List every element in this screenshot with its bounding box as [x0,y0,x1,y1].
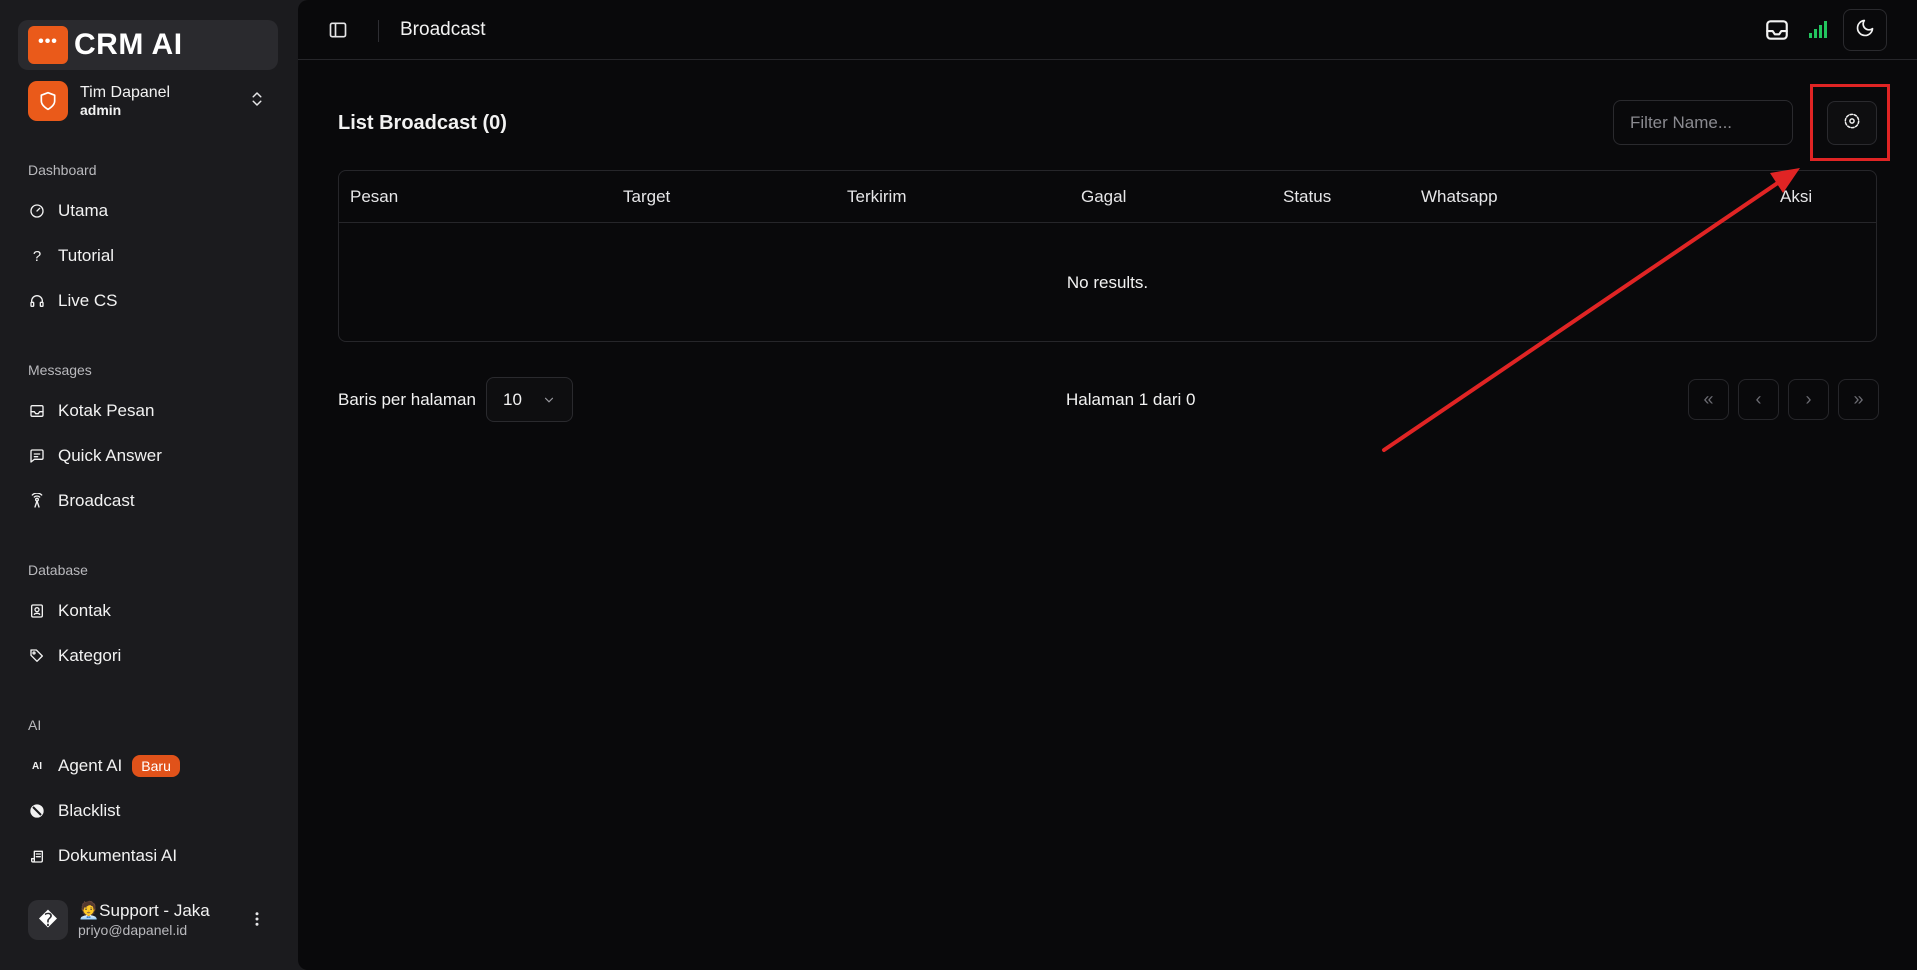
ban-icon [28,802,46,820]
sidebar-item-kategori[interactable]: Kategori [28,640,278,672]
signal-icon [1808,20,1828,43]
page-info: Halaman 1 dari 0 [1066,390,1196,409]
section-label-dashboard: Dashboard [28,162,97,178]
sidebar-item-label: Kotak Pesan [58,401,155,420]
section-label-messages: Messages [28,362,92,378]
sidebar-item-blacklist[interactable]: Blacklist [28,795,278,827]
sidebar-item-kontak[interactable]: Kontak [28,595,278,627]
ai-icon: AI [32,760,42,772]
annotation-highlight-box [1810,84,1890,161]
rows-per-page-label: Baris per halaman [338,390,476,409]
rows-per-page-value: 10 [503,389,522,409]
column-header-aksi: Aksi [1780,187,1813,206]
sidebar-item-label: Kategori [58,646,122,665]
scroll-icon [28,847,46,865]
sidebar-item-label: Blacklist [58,801,121,820]
shield-icon [28,81,68,121]
column-header-terkirim[interactable]: Terkirim [847,187,907,207]
team-role: admin [80,102,122,119]
moon-icon [1855,18,1875,43]
column-header-target[interactable]: Target [623,187,670,207]
rows-per-page-select[interactable]: 10 [486,377,573,422]
avatar: � [28,900,68,940]
user-menu[interactable]: � 🧑‍💼Support - Jaka priyo@dapanel.id [28,898,278,942]
gauge-icon [28,202,46,220]
sidebar-item-tutorial[interactable]: ? Tutorial [28,240,278,272]
sidebar-item-label: Kontak [58,601,111,620]
user-email: priyo@dapanel.id [78,921,188,938]
next-page-button[interactable]: › [1788,379,1829,420]
column-header-gagal[interactable]: Gagal [1081,187,1126,207]
user-name-text: Support - Jaka [99,901,210,921]
table-header: Pesan Target Terkirim Gagal Status Whats… [339,171,1876,223]
sidebar-item-broadcast[interactable]: Broadcast [28,485,278,517]
topbar: Broadcast [298,0,1917,60]
empty-state-text: No results. [1066,273,1149,292]
sidebar-item-label: Broadcast [58,491,135,510]
list-title: List Broadcast (0) [338,112,507,134]
sidebar-item-live-cs[interactable]: Live CS [28,285,278,317]
brand-logo-icon: ••• [28,26,68,64]
chevrons-left-icon: « [1703,389,1714,409]
message-square-icon [28,447,46,465]
section-label-database: Database [28,562,88,578]
new-badge: Baru [132,755,180,777]
user-name: 🧑‍💼Support - Jaka [78,901,210,921]
chevron-left-icon: ‹ [1755,389,1762,409]
sidebar-item-label: Tutorial [58,246,115,265]
sidebar-item-quick-answer[interactable]: Quick Answer [28,440,278,472]
radio-tower-icon [28,492,46,510]
team-name: Tim Dapanel [80,83,171,101]
sidebar-item-label: Agent AI [58,756,123,775]
chevrons-up-down-icon [248,89,266,114]
user-name-prefix: 🧑‍💼 [78,901,100,921]
sidebar-item-utama[interactable]: Utama [28,195,278,227]
sidebar-item-label: Dokumentasi AI [58,846,178,865]
page-title: Broadcast [400,19,486,40]
team-switcher[interactable]: Tim Dapanel admin [28,80,278,122]
broadcast-table: Pesan Target Terkirim Gagal Status Whats… [338,170,1877,342]
section-label-ai: AI [28,717,42,733]
first-page-button[interactable]: « [1688,379,1729,420]
column-header-status[interactable]: Status [1283,187,1331,207]
previous-page-button[interactable]: ‹ [1738,379,1779,420]
sidebar-item-dokumentasi-ai[interactable]: Dokumentasi AI [28,840,278,872]
sidebar-item-kotak-pesan[interactable]: Kotak Pesan [28,395,278,427]
column-header-pesan[interactable]: Pesan [350,187,398,207]
tag-icon [28,647,46,665]
topbar-divider [378,20,379,42]
headset-icon [28,292,46,310]
chevron-down-icon [542,392,556,412]
theme-toggle-button[interactable] [1843,9,1887,51]
column-header-whatsapp[interactable]: Whatsapp [1421,187,1498,207]
chevron-right-icon: › [1805,389,1812,409]
sidebar-item-label: Live CS [58,291,118,310]
more-vertical-icon[interactable] [248,910,266,933]
inbox-icon [28,402,46,420]
filter-name-input[interactable] [1613,100,1793,145]
main-content: Broadcast List Broadcast (0) Pesan Targe… [298,0,1917,970]
sidebar: ••• CRM AI Tim Dapanel admin Dashboard U… [0,0,297,970]
brand-logo-dots: ••• [38,33,58,50]
chevrons-right-icon: » [1853,389,1864,409]
sidebar-item-label: Utama [58,201,109,220]
inbox-icon[interactable] [1764,17,1790,48]
sidebar-toggle-icon[interactable] [328,20,348,45]
sidebar-item-label: Quick Answer [58,446,162,465]
sidebar-item-agent-ai[interactable]: AI Agent AI Baru [28,750,278,782]
last-page-button[interactable]: » [1838,379,1879,420]
brand[interactable]: ••• CRM AI [18,20,278,70]
contact-icon [28,602,46,620]
question-icon: ? [32,247,42,265]
brand-name: CRM AI [74,28,183,61]
